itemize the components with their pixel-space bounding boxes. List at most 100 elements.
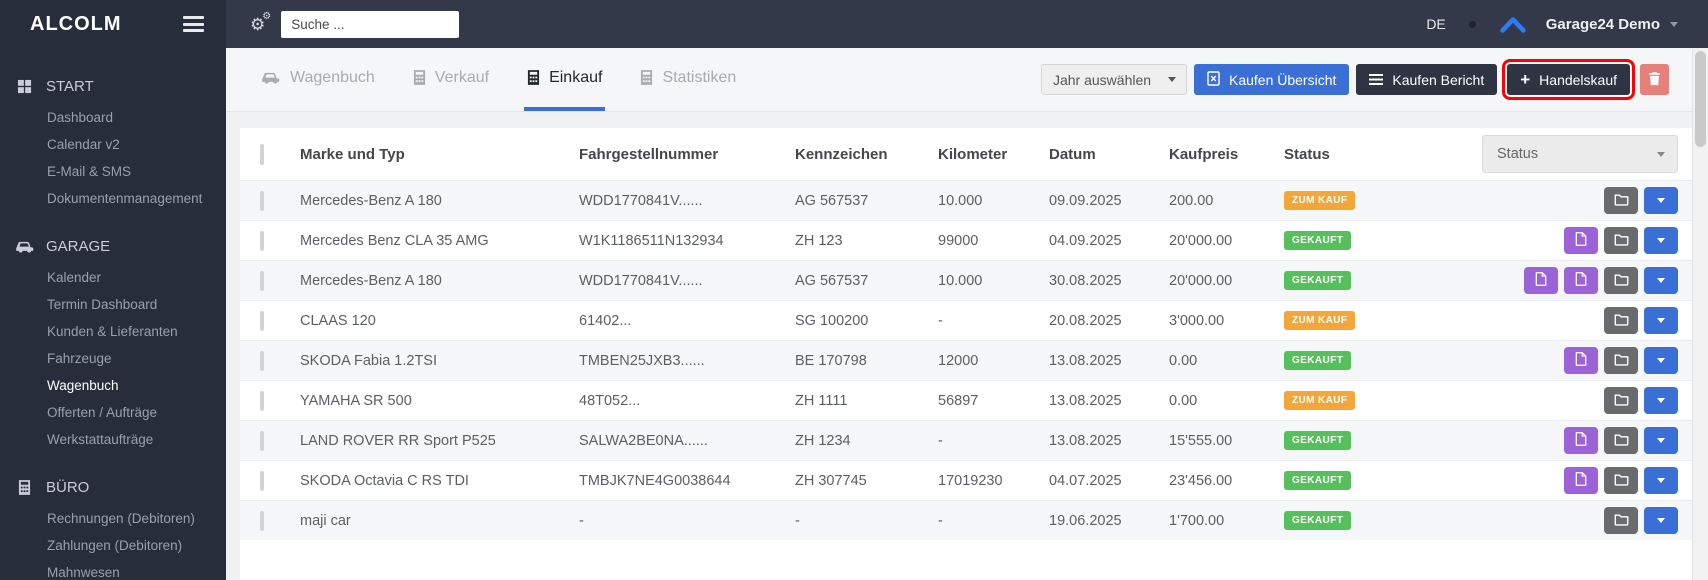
status-filter-label: Status (1497, 146, 1539, 162)
folder-button[interactable] (1604, 227, 1638, 254)
delete-button[interactable] (1640, 64, 1669, 95)
sidebar-item-wagenbuch[interactable]: Wagenbuch (0, 372, 226, 399)
row-checkbox[interactable] (260, 350, 264, 371)
row-checkbox[interactable] (260, 270, 264, 291)
tab-einkauf[interactable]: Einkauf (524, 48, 606, 111)
cell-make: CLAAS 120 (300, 312, 376, 329)
row-checkbox[interactable] (260, 430, 264, 451)
cell-make: maji car (300, 512, 351, 529)
pdf-button[interactable] (1564, 227, 1598, 254)
sidebar-item-kunden-lieferanten[interactable]: Kunden & Lieferanten (0, 318, 226, 345)
cell-price: 0.00 (1169, 392, 1198, 409)
select-all-checkbox[interactable] (260, 143, 264, 165)
sidebar-item-werkstattaufträge[interactable]: Werkstattaufträge (0, 426, 226, 453)
row-dropdown-button[interactable] (1644, 347, 1678, 374)
buy-report-label: Kaufen Bericht (1392, 71, 1485, 88)
pdf-button[interactable] (1564, 427, 1598, 454)
row-dropdown-button[interactable] (1644, 227, 1678, 254)
sidebar-item-rechnungen-debitoren[interactable]: Rechnungen (Debitoren) (0, 505, 226, 532)
cell-price: 0.00 (1169, 352, 1198, 369)
settings-gears-icon[interactable]: ⚙ ⚙ (250, 11, 271, 33)
sidebar-item-kalender[interactable]: Kalender (0, 264, 226, 291)
caret-down-icon (1657, 358, 1665, 363)
table-row: CLAAS 120 61402... SG 100200 - 20.08.2025 3'0… (240, 300, 1692, 340)
table-row: YAMAHA SR 500 48T052... ZH 1111 56897 13.08.… (240, 380, 1692, 420)
sidebar-item-offerten-aufträge[interactable]: Offerten / Aufträge (0, 399, 226, 426)
cell-plate: - (795, 512, 800, 529)
toolbar: Jahr auswählen Kaufen Übersicht Kaufen B… (1040, 48, 1692, 111)
scrollbar-thumb[interactable] (1695, 51, 1706, 147)
sidebar-item-e-mail-sms[interactable]: E-Mail & SMS (0, 158, 226, 185)
sidebar-item-mahnwesen[interactable]: Mahnwesen (0, 559, 226, 580)
pdf-button[interactable] (1524, 267, 1558, 294)
folder-icon (1614, 473, 1629, 489)
row-checkbox[interactable] (260, 510, 264, 531)
row-dropdown-button[interactable] (1644, 307, 1678, 334)
tab-statistiken[interactable]: Statistiken (637, 48, 739, 111)
cell-make: YAMAHA SR 500 (300, 392, 412, 409)
column-header-price: Kaufpreis (1169, 145, 1239, 163)
row-dropdown-button[interactable] (1644, 467, 1678, 494)
row-checkbox[interactable] (260, 230, 264, 251)
cell-price: 15'555.00 (1169, 432, 1233, 449)
sidebar-item-termin-dashboard[interactable]: Termin Dashboard (0, 291, 226, 318)
row-dropdown-button[interactable] (1644, 187, 1678, 214)
folder-button[interactable] (1604, 267, 1638, 294)
folder-button[interactable] (1604, 467, 1638, 494)
sidebar-section-garage: GARAGE (0, 238, 226, 255)
pdf-button[interactable] (1564, 267, 1598, 294)
buy-overview-button[interactable]: Kaufen Übersicht (1193, 64, 1350, 95)
sidebar-section-start: START (0, 78, 226, 95)
language-switch[interactable]: DE (1426, 16, 1445, 32)
status-filter-select[interactable]: Status (1482, 135, 1678, 173)
row-checkbox[interactable] (260, 390, 264, 411)
folder-button[interactable] (1604, 427, 1638, 454)
folder-button[interactable] (1604, 387, 1638, 414)
cell-vin: WDD1770841V...... (579, 272, 703, 289)
folder-button[interactable] (1604, 187, 1638, 214)
vertical-scrollbar[interactable] (1692, 48, 1708, 580)
menu-toggle-icon[interactable] (183, 16, 204, 32)
row-checkbox[interactable] (260, 310, 264, 331)
buy-report-button[interactable]: Kaufen Bericht (1356, 64, 1498, 95)
row-actions (1444, 427, 1692, 454)
cell-km: - (938, 512, 943, 529)
sidebar-item-fahrzeuge[interactable]: Fahrzeuge (0, 345, 226, 372)
pdf-button[interactable] (1564, 347, 1598, 374)
tab-verkauf[interactable]: Verkauf (410, 48, 492, 111)
row-dropdown-button[interactable] (1644, 507, 1678, 534)
chevron-logo-icon (1499, 16, 1527, 33)
folder-icon (1614, 193, 1629, 209)
status-badge: ZUM KAUF (1284, 391, 1356, 410)
sidebar-item-calendar-v2[interactable]: Calendar v2 (0, 131, 226, 158)
account-caret-icon[interactable] (1670, 21, 1678, 27)
tab-wagenbuch[interactable]: Wagenbuch (257, 48, 378, 111)
row-actions (1444, 387, 1692, 414)
cell-make: Mercedes-Benz A 180 (300, 192, 442, 209)
sidebar-item-dokumentenmanagement[interactable]: Dokumentenmanagement (0, 185, 226, 212)
row-actions (1444, 307, 1692, 334)
account-menu[interactable]: Garage24 Demo (1546, 16, 1660, 33)
trade-purchase-button[interactable]: + Handelskauf (1502, 59, 1635, 100)
row-dropdown-button[interactable] (1644, 267, 1678, 294)
row-dropdown-button[interactable] (1644, 427, 1678, 454)
cell-km: 12000 (938, 352, 979, 369)
row-checkbox[interactable] (260, 190, 264, 211)
folder-button[interactable] (1604, 307, 1638, 334)
folder-button[interactable] (1604, 347, 1638, 374)
tabs: Wagenbuch Verkauf Einkauf Statistiken (257, 48, 739, 111)
pdf-button[interactable] (1564, 467, 1598, 494)
row-checkbox[interactable] (260, 470, 264, 491)
trash-icon (1648, 71, 1661, 89)
cell-date: 20.08.2025 (1049, 312, 1122, 329)
tab-label: Wagenbuch (290, 68, 375, 86)
cell-vin: 48T052... (579, 392, 641, 409)
status-badge: GEKAUFT (1284, 511, 1352, 530)
sidebar-item-dashboard[interactable]: Dashboard (0, 104, 226, 131)
sidebar-item-zahlungen-debitoren[interactable]: Zahlungen (Debitoren) (0, 532, 226, 559)
folder-button[interactable] (1604, 507, 1638, 534)
search-input[interactable] (281, 10, 460, 38)
cell-km: 56897 (938, 392, 979, 409)
year-select[interactable]: Jahr auswählen (1040, 64, 1187, 95)
row-dropdown-button[interactable] (1644, 387, 1678, 414)
